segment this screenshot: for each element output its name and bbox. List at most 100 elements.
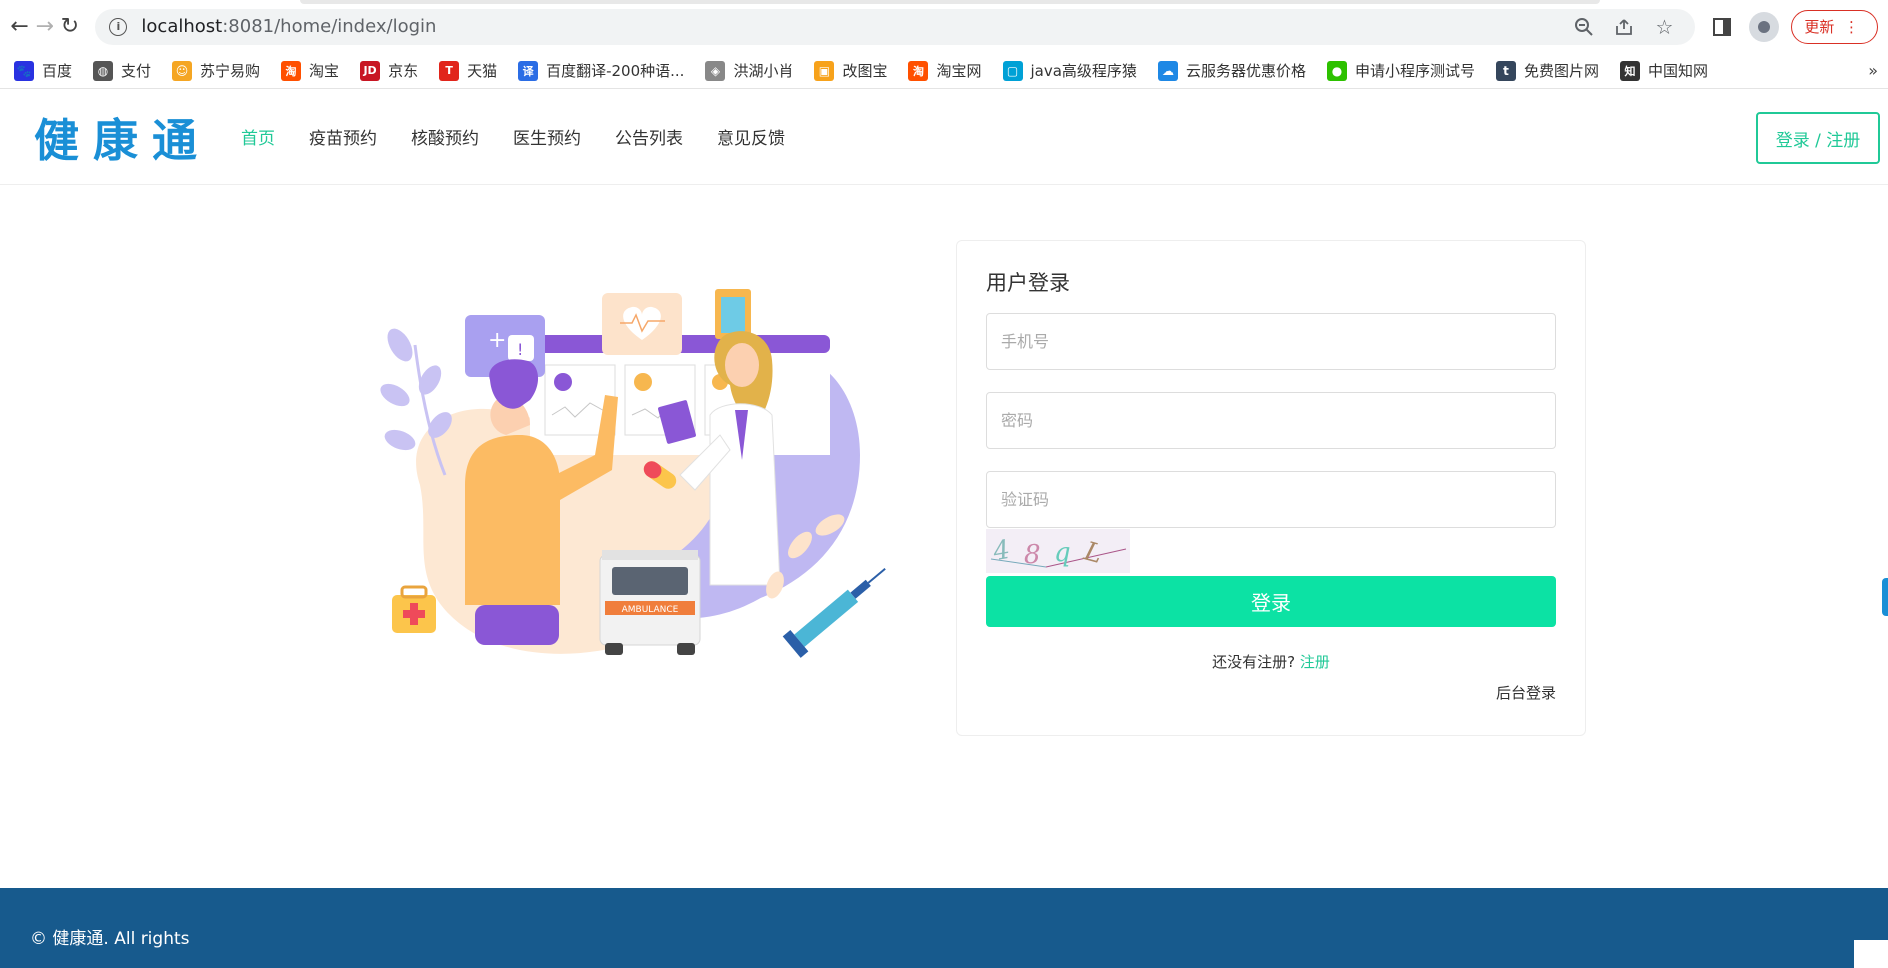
translate-icon: 译 [518, 60, 539, 81]
address-bar[interactable]: i localhost:8081/home/index/login ☆ [95, 8, 1696, 45]
share-icon[interactable] [1607, 10, 1641, 44]
bookmark-label: 京东 [388, 62, 419, 80]
bookmark-item[interactable]: 译百度翻译-200种语... [518, 60, 684, 81]
captcha-char-4: L [1080, 536, 1105, 570]
floating-side-tab[interactable] [1882, 578, 1888, 616]
password-input[interactable] [1001, 393, 1555, 448]
footer-copyright: © 健康通. All rights [30, 929, 190, 949]
back-icon[interactable]: ← [10, 10, 29, 44]
nav-announcements[interactable]: 公告列表 [615, 124, 683, 149]
register-link[interactable]: 注册 [1300, 653, 1330, 671]
cnki-icon: 知 [1619, 60, 1640, 81]
bilibili-icon: ▢ [1002, 60, 1023, 81]
captcha-char-2: 8 [1024, 540, 1041, 570]
bookmark-label: 改图宝 [842, 62, 888, 80]
bookmark-label: 百度 [42, 62, 73, 80]
nav-home[interactable]: 首页 [241, 124, 275, 149]
jd-icon: JD [360, 60, 381, 81]
taobao-icon: 淘 [281, 60, 302, 81]
bookmark-item[interactable]: ▣ 改图宝 [814, 60, 887, 81]
bookmark-item[interactable]: 知中国知网 [1619, 60, 1708, 81]
shield-icon: ◈ [705, 60, 726, 81]
bookmark-star-icon[interactable]: ☆ [1647, 10, 1681, 44]
forward-icon[interactable]: → [35, 10, 54, 44]
side-panel-icon[interactable] [1709, 14, 1735, 40]
site-info-icon[interactable]: i [109, 17, 128, 36]
nav-nucleic-acid-booking[interactable]: 核酸预约 [411, 124, 479, 149]
no-account-text: 还没有注册? [1212, 653, 1296, 671]
taobao-icon: 淘 [908, 60, 929, 81]
bookmarks-bar: 🐾 百度 ◍ 支付 ☺ 苏宁易购淘淘宝 JD 京东 T 天猫译百度翻译-200种语... ◈ 洪湖小肖… [0, 53, 1888, 89]
bookmark-item[interactable]: ◍ 支付 [93, 60, 151, 81]
password-field[interactable] [986, 392, 1556, 449]
bookmark-item[interactable]: T 天猫 [439, 60, 497, 81]
cloud-icon: ☁ [1157, 60, 1178, 81]
phone-input[interactable] [1001, 314, 1555, 369]
globe-icon: ◍ [93, 60, 114, 81]
bookmark-item[interactable]: ☁ 云服务器优惠价格 [1157, 60, 1306, 81]
phone-field[interactable] [986, 313, 1556, 370]
nav-feedback[interactable]: 意见反馈 [717, 124, 785, 149]
svg-text:+: + [488, 328, 506, 353]
captcha-image[interactable]: 4 8 q L [986, 529, 1130, 573]
site-header: 健康通 首页 疫苗预约 核酸预约 医生预约 公告列表 意见反馈 登录 / 注册 [0, 89, 1888, 185]
bookmark-item[interactable]: ▢ java高级程序猿 [1002, 60, 1137, 81]
bookmark-item[interactable]: 淘淘宝 [281, 60, 339, 81]
bookmark-item[interactable]: JD 京东 [360, 60, 418, 81]
reload-icon[interactable]: ↻ [60, 10, 79, 44]
login-register-button[interactable]: 登录 / 注册 [1756, 112, 1880, 164]
bookmark-label: 淘宝网 [936, 62, 982, 80]
zoom-icon[interactable] [1567, 10, 1601, 44]
url-path: :8081/home/index/login [222, 16, 437, 37]
update-label: 更新 [1804, 18, 1835, 36]
captcha-input[interactable] [1001, 472, 1555, 527]
nav-doctor-booking[interactable]: 医生预约 [513, 124, 581, 149]
nav-vaccine-booking[interactable]: 疫苗预约 [309, 124, 377, 149]
site-footer: © 健康通. All rights [0, 888, 1888, 968]
gaitubao-icon: ▣ [814, 60, 835, 81]
captcha-char-3: q [1054, 538, 1071, 568]
register-prompt: 还没有注册? 注册 [986, 651, 1556, 672]
wechat-icon: ● [1326, 60, 1347, 81]
captcha-char-1: 4 [990, 535, 1012, 568]
bookmark-label: 百度翻译-200种语... [546, 62, 685, 80]
lion-icon: ☺ [172, 60, 193, 81]
captcha-field[interactable] [986, 471, 1556, 528]
url-text[interactable]: localhost:8081/home/index/login [141, 16, 1561, 37]
bookmark-label: 洪湖小肖 [733, 62, 794, 80]
bookmark-label: 中国知网 [1647, 62, 1708, 80]
bookmarks-overflow-icon[interactable]: » [1868, 61, 1878, 80]
update-button[interactable]: 更新 ⋮ [1791, 9, 1878, 44]
bookmark-label: 支付 [121, 62, 152, 80]
bookmark-label: 苏宁易购 [200, 62, 261, 80]
browser-toolbar: ← → ↻ i localhost:8081/home/index/login … [0, 0, 1888, 53]
footer-corner-widget[interactable] [1854, 940, 1888, 968]
bookmark-label: 免费图片网 [1523, 62, 1599, 80]
medical-illustration: + ! AMBULANCE [380, 289, 886, 658]
bookmark-label: 申请小程序测试号 [1354, 62, 1475, 80]
bookmark-item[interactable]: ☺ 苏宁易购 [172, 60, 260, 81]
main-content: + ! AMBULANCE 用户登录 手机号 验证码 4 8 q L 登录 还没… [0, 185, 1888, 889]
login-submit-button[interactable]: 登录 [986, 576, 1556, 627]
site-logo[interactable]: 健康通 [34, 104, 211, 169]
bookmark-item[interactable]: t 免费图片网 [1495, 60, 1599, 81]
svg-text:AMBULANCE: AMBULANCE [622, 605, 679, 615]
bookmark-item[interactable]: 🐾 百度 [14, 60, 72, 81]
bookmark-label: 淘宝 [309, 62, 340, 80]
bookmark-item[interactable]: 淘淘宝网 [908, 60, 982, 81]
bookmark-label: java高级程序猿 [1030, 62, 1137, 80]
tmall-icon: T [439, 60, 460, 81]
tab-strip [300, 0, 1600, 4]
login-form: 用户登录 4 8 q L 登录 还没有注册? 注册 后台登录 [956, 240, 1586, 736]
bookmark-item[interactable]: ● 申请小程序测试号 [1326, 60, 1475, 81]
tumblr-icon: t [1495, 60, 1516, 81]
admin-login-link[interactable]: 后台登录 [986, 682, 1556, 703]
bookmark-label: 云服务器优惠价格 [1185, 62, 1306, 80]
main-nav: 首页 疫苗预约 核酸预约 医生预约 公告列表 意见反馈 [241, 124, 819, 149]
svg-text:!: ! [517, 340, 523, 359]
login-title: 用户登录 [986, 271, 1070, 295]
profile-avatar-icon[interactable] [1749, 11, 1780, 42]
baidu-paw-icon: 🐾 [14, 60, 34, 81]
bookmark-item[interactable]: ◈ 洪湖小肖 [705, 60, 793, 81]
bookmark-label: 天猫 [467, 62, 498, 80]
